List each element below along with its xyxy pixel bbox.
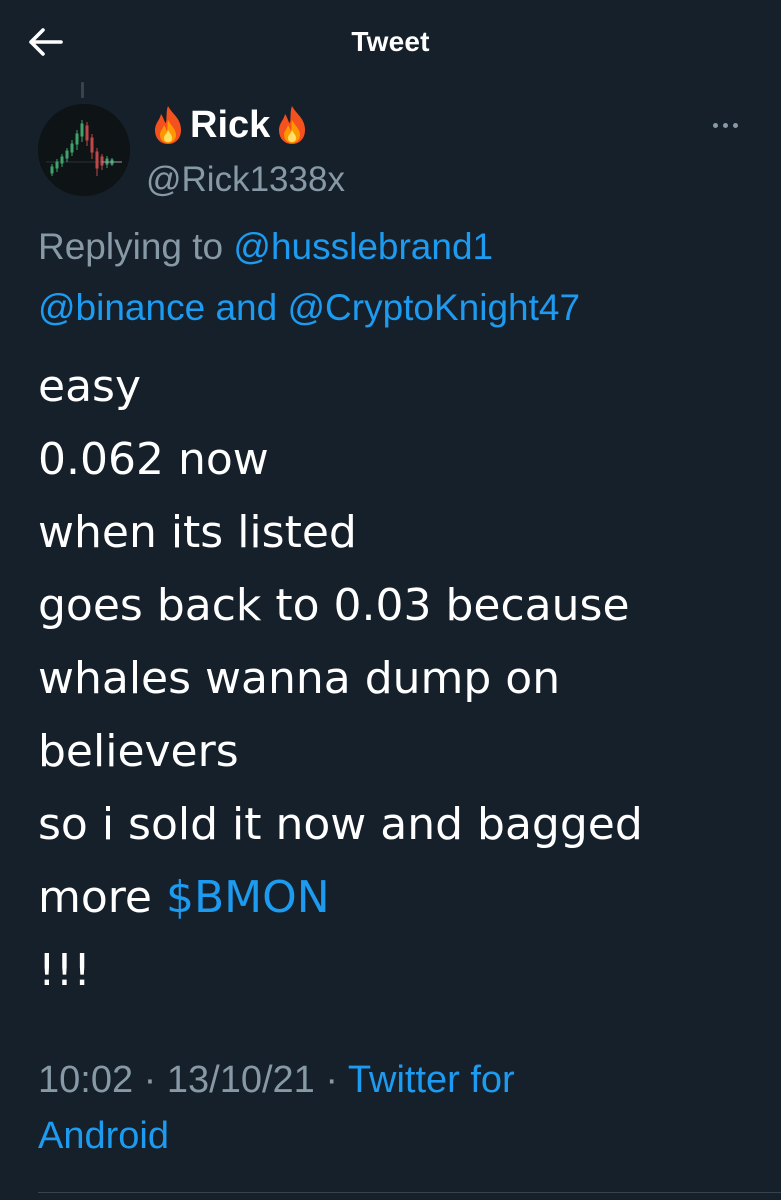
divider	[38, 1192, 781, 1193]
tweet-line-text: more	[38, 872, 152, 923]
mention-joiner: and	[215, 287, 278, 328]
tweet-line: believers	[38, 726, 239, 777]
replying-to: Replying to @husslebrand1 @binance and @…	[38, 216, 758, 338]
tweet-line: when its listed	[38, 507, 357, 558]
source-text: Android	[38, 1115, 169, 1157]
tweet-line: !!!	[38, 945, 91, 996]
tweet-text: easy 0.062 now when its listed goes back…	[38, 350, 758, 1007]
tweet-line: goes back to 0.03 because	[38, 580, 630, 631]
candlestick-chart-avatar-icon	[38, 104, 130, 196]
tweet-meta: 10:02 · 13/10/21 · Twitter for Android	[38, 1052, 738, 1164]
more-dots-icon	[722, 122, 728, 128]
cashtag-link[interactable]: $BMON	[166, 872, 330, 923]
tweet-line: more $BMON	[38, 861, 758, 934]
more-dots-icon	[732, 122, 738, 128]
mention-link[interactable]: @binance	[38, 287, 205, 328]
mention-link[interactable]: @CryptoKnight47	[287, 287, 580, 328]
author-handle[interactable]: @Rick1338x	[146, 160, 345, 200]
replying-to-label: Replying to	[38, 226, 224, 267]
more-dots-icon	[712, 122, 718, 128]
tweet-time[interactable]: 10:02	[38, 1059, 133, 1101]
tweet-line: so i sold it now and bagged	[38, 799, 643, 850]
top-bar: Tweet	[0, 0, 781, 86]
tweet-line: 0.062 now	[38, 434, 269, 485]
source-text: Twitter for	[347, 1059, 515, 1101]
fire-emoji-icon	[155, 106, 181, 144]
tweet-detail-page: Tweet Rick @Rick1338x Replying to @hussl…	[0, 0, 781, 1200]
page-title: Tweet	[351, 26, 430, 57]
author-name-text: Rick	[190, 103, 271, 146]
tweet-date[interactable]: 13/10/21	[167, 1059, 315, 1101]
author-display-name[interactable]: Rick	[148, 102, 312, 148]
tweet-line: whales wanna dump on	[38, 653, 561, 704]
mention-link[interactable]: @husslebrand1	[233, 226, 493, 267]
meta-separator: ·	[143, 1059, 157, 1101]
tweet-line: easy	[38, 361, 141, 412]
meta-separator: ·	[325, 1059, 339, 1101]
avatar[interactable]	[38, 104, 130, 196]
fire-emoji-icon	[279, 106, 306, 144]
more-options-button[interactable]	[700, 108, 750, 142]
thread-connector-line	[81, 82, 84, 98]
